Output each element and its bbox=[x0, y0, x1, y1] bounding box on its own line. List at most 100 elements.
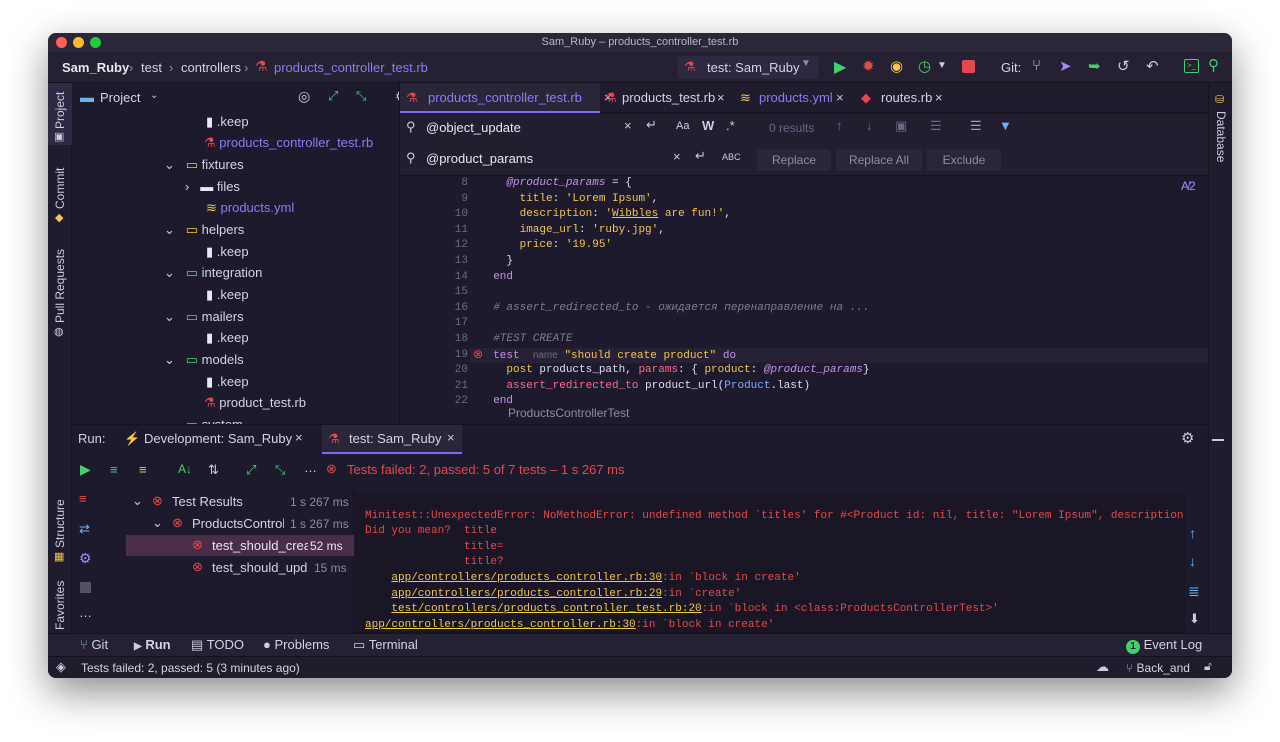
database-tool-button[interactable]: ⛁ Database bbox=[1209, 91, 1232, 171]
exclude-button[interactable]: Exclude bbox=[927, 149, 1001, 171]
event-log-button[interactable]: 1 Event Log bbox=[1126, 637, 1202, 654]
line-number[interactable]: 12 bbox=[400, 238, 468, 254]
close-icon[interactable]: × bbox=[717, 83, 725, 113]
git-commit-icon[interactable]: ➥ bbox=[1088, 57, 1101, 75]
terminal-tool-button[interactable]: ▭ Terminal bbox=[353, 637, 418, 653]
close-icon[interactable]: × bbox=[935, 83, 943, 113]
chevron-down-icon[interactable]: ⌄ bbox=[164, 417, 175, 424]
rollback-icon[interactable]: ↶ bbox=[1146, 57, 1159, 75]
tab-products-controller-test[interactable]: ⚗ products_controller_test.rb × bbox=[400, 83, 612, 113]
tree-item[interactable]: ⌄ ▭ helpers bbox=[164, 219, 244, 240]
arrow-up-icon[interactable]: ↑ bbox=[836, 118, 843, 133]
git-branch-icon[interactable]: ⑂ bbox=[1032, 57, 1041, 74]
rerun-failed-icon[interactable]: ≡ bbox=[79, 491, 87, 506]
code-line[interactable]: @product_params = { bbox=[480, 176, 631, 192]
chevron-down-icon[interactable]: ⌄ bbox=[132, 493, 143, 509]
line-number[interactable]: 16 bbox=[400, 301, 468, 317]
tree-item[interactable]: ⚗ products_controller_test.rb bbox=[204, 132, 373, 153]
breadcrumb-file[interactable]: products_controller_test.rb bbox=[274, 60, 428, 75]
tree-item[interactable]: › ▬ files bbox=[185, 176, 240, 197]
close-window-button[interactable] bbox=[56, 37, 67, 48]
debug-icon[interactable]: ✹ bbox=[862, 57, 875, 75]
replace-button[interactable]: Replace bbox=[757, 149, 831, 171]
project-panel-title[interactable]: Project bbox=[100, 90, 140, 105]
line-number[interactable]: 11 bbox=[400, 223, 468, 239]
history-icon[interactable]: ↺ bbox=[1117, 57, 1130, 75]
replace-history-icon[interactable]: ⚲ bbox=[406, 150, 416, 166]
test-tree-row[interactable]: ⌄ ⊗ Test Results 1 s 267 ms bbox=[126, 491, 354, 512]
code-line[interactable]: title: 'Lorem Ipsum', bbox=[480, 192, 659, 208]
close-icon[interactable]: × bbox=[836, 83, 844, 113]
chevron-down-icon[interactable]: ⌄ bbox=[164, 222, 175, 237]
soft-wrap-icon[interactable]: ≣ bbox=[1188, 583, 1200, 600]
tab-products-yml[interactable]: ≋ products.yml × bbox=[732, 83, 852, 113]
chevron-down-icon[interactable]: ⌄ bbox=[164, 157, 175, 172]
run-tool-button[interactable]: ▶ Run bbox=[134, 637, 171, 652]
run-tab-development[interactable]: ⚡ Development: Sam_Ruby × bbox=[120, 425, 330, 454]
new-line-icon[interactable]: ↵ bbox=[646, 117, 657, 133]
coverage-icon[interactable]: ◉ bbox=[890, 57, 903, 75]
line-number[interactable]: 14 bbox=[400, 270, 468, 286]
line-number[interactable]: 20 bbox=[400, 363, 468, 379]
chevron-down-icon[interactable]: ⌄ bbox=[164, 309, 175, 324]
line-number[interactable]: 19 bbox=[400, 348, 468, 364]
expand-all-icon[interactable]: ⤢ bbox=[328, 88, 338, 104]
tree-item[interactable]: ⌄ ▭ models bbox=[164, 349, 244, 370]
minimize-window-button[interactable] bbox=[73, 37, 84, 48]
gear-icon[interactable]: ⚙ bbox=[79, 550, 92, 567]
tree-item[interactable]: ⚗ product_test.rb bbox=[204, 392, 306, 413]
line-number[interactable]: 13 bbox=[400, 254, 468, 270]
tree-item[interactable]: ▮ .keep bbox=[206, 327, 249, 348]
pull-requests-tool-button[interactable]: Pull Requests ◍ bbox=[48, 243, 72, 343]
zoom-window-button[interactable] bbox=[90, 37, 101, 48]
structure-tool-button[interactable]: Structure ▦ bbox=[48, 493, 72, 563]
code-line[interactable]: test name "should create product" do bbox=[470, 347, 1208, 364]
gear-icon[interactable]: ⚙ bbox=[1181, 429, 1194, 447]
code-line[interactable]: # assert_redirected_to - ожидается перен… bbox=[480, 301, 869, 317]
show-passed-icon[interactable]: ≡ bbox=[110, 462, 118, 477]
code-line[interactable]: #TEST CREATE bbox=[480, 332, 572, 348]
project-tool-button[interactable]: Project ▣ bbox=[48, 83, 72, 145]
code-line[interactable]: post products_path, params: { product: @… bbox=[480, 363, 869, 379]
hide-icon[interactable] bbox=[1212, 439, 1224, 441]
line-number[interactable]: 9 bbox=[400, 192, 468, 208]
sort-by-duration-icon[interactable]: ⇅ bbox=[208, 462, 219, 478]
run-icon[interactable]: ▶ bbox=[834, 57, 846, 77]
tree-item[interactable]: ≋ products.yml bbox=[206, 197, 294, 218]
expand-all-icon[interactable]: ⤢ bbox=[246, 462, 256, 478]
sort-alphabetically-icon[interactable]: A↓ bbox=[178, 462, 192, 476]
cloud-settings-icon[interactable]: ☁ bbox=[1096, 659, 1109, 675]
layers-icon[interactable]: ◈ bbox=[56, 659, 66, 675]
code-line[interactable]: price: '19.95' bbox=[480, 238, 612, 254]
more-icon[interactable]: … bbox=[304, 460, 317, 475]
chevron-down-icon[interactable]: ▼ bbox=[937, 60, 947, 71]
terminal-icon[interactable]: >_ bbox=[1184, 59, 1199, 73]
find-input[interactable] bbox=[426, 117, 566, 137]
chevron-down-icon[interactable]: ⌄ bbox=[152, 515, 163, 531]
more-icon[interactable]: … bbox=[79, 605, 92, 620]
close-icon[interactable]: × bbox=[447, 430, 455, 445]
code-line[interactable]: image_url: 'ruby.jpg', bbox=[480, 223, 665, 239]
line-number[interactable]: 18 bbox=[400, 332, 468, 348]
git-tool-button[interactable]: ⑂ Git bbox=[80, 637, 108, 652]
toggle-auto-test-icon[interactable]: ⇄ bbox=[79, 521, 90, 537]
commit-tool-button[interactable]: Commit ◆ bbox=[48, 159, 72, 224]
run-configuration-select[interactable]: ⚗ test: Sam_Ruby ▼ bbox=[678, 56, 818, 79]
rerun-icon[interactable]: ▶ bbox=[80, 461, 91, 478]
code-breadcrumb-footer[interactable]: ProductsControllerTest bbox=[508, 406, 629, 420]
profile-icon[interactable]: ◷ bbox=[918, 57, 931, 75]
line-number[interactable]: 22 bbox=[400, 394, 468, 410]
new-line-icon[interactable]: ↵ bbox=[695, 148, 706, 164]
line-number[interactable]: 8 bbox=[400, 176, 468, 192]
arrow-up-icon[interactable]: ↑ bbox=[1189, 525, 1196, 541]
console-output[interactable]: Minitest::UnexpectedError: NoMethodError… bbox=[355, 493, 1185, 646]
chevron-right-icon[interactable]: › bbox=[185, 179, 189, 194]
scroll-to-end-icon[interactable]: ⬇ bbox=[1189, 611, 1200, 627]
in-selection-icon[interactable]: ☰ bbox=[930, 118, 942, 134]
search-history-icon[interactable]: ⚲ bbox=[406, 119, 416, 135]
target-icon[interactable]: ◎ bbox=[298, 88, 310, 105]
stop-icon[interactable] bbox=[80, 582, 91, 593]
select-all-occurrences-icon[interactable]: ▣ bbox=[895, 118, 907, 134]
regex-toggle[interactable]: .* bbox=[726, 118, 735, 133]
search-icon[interactable]: ⚲ bbox=[1208, 56, 1219, 74]
